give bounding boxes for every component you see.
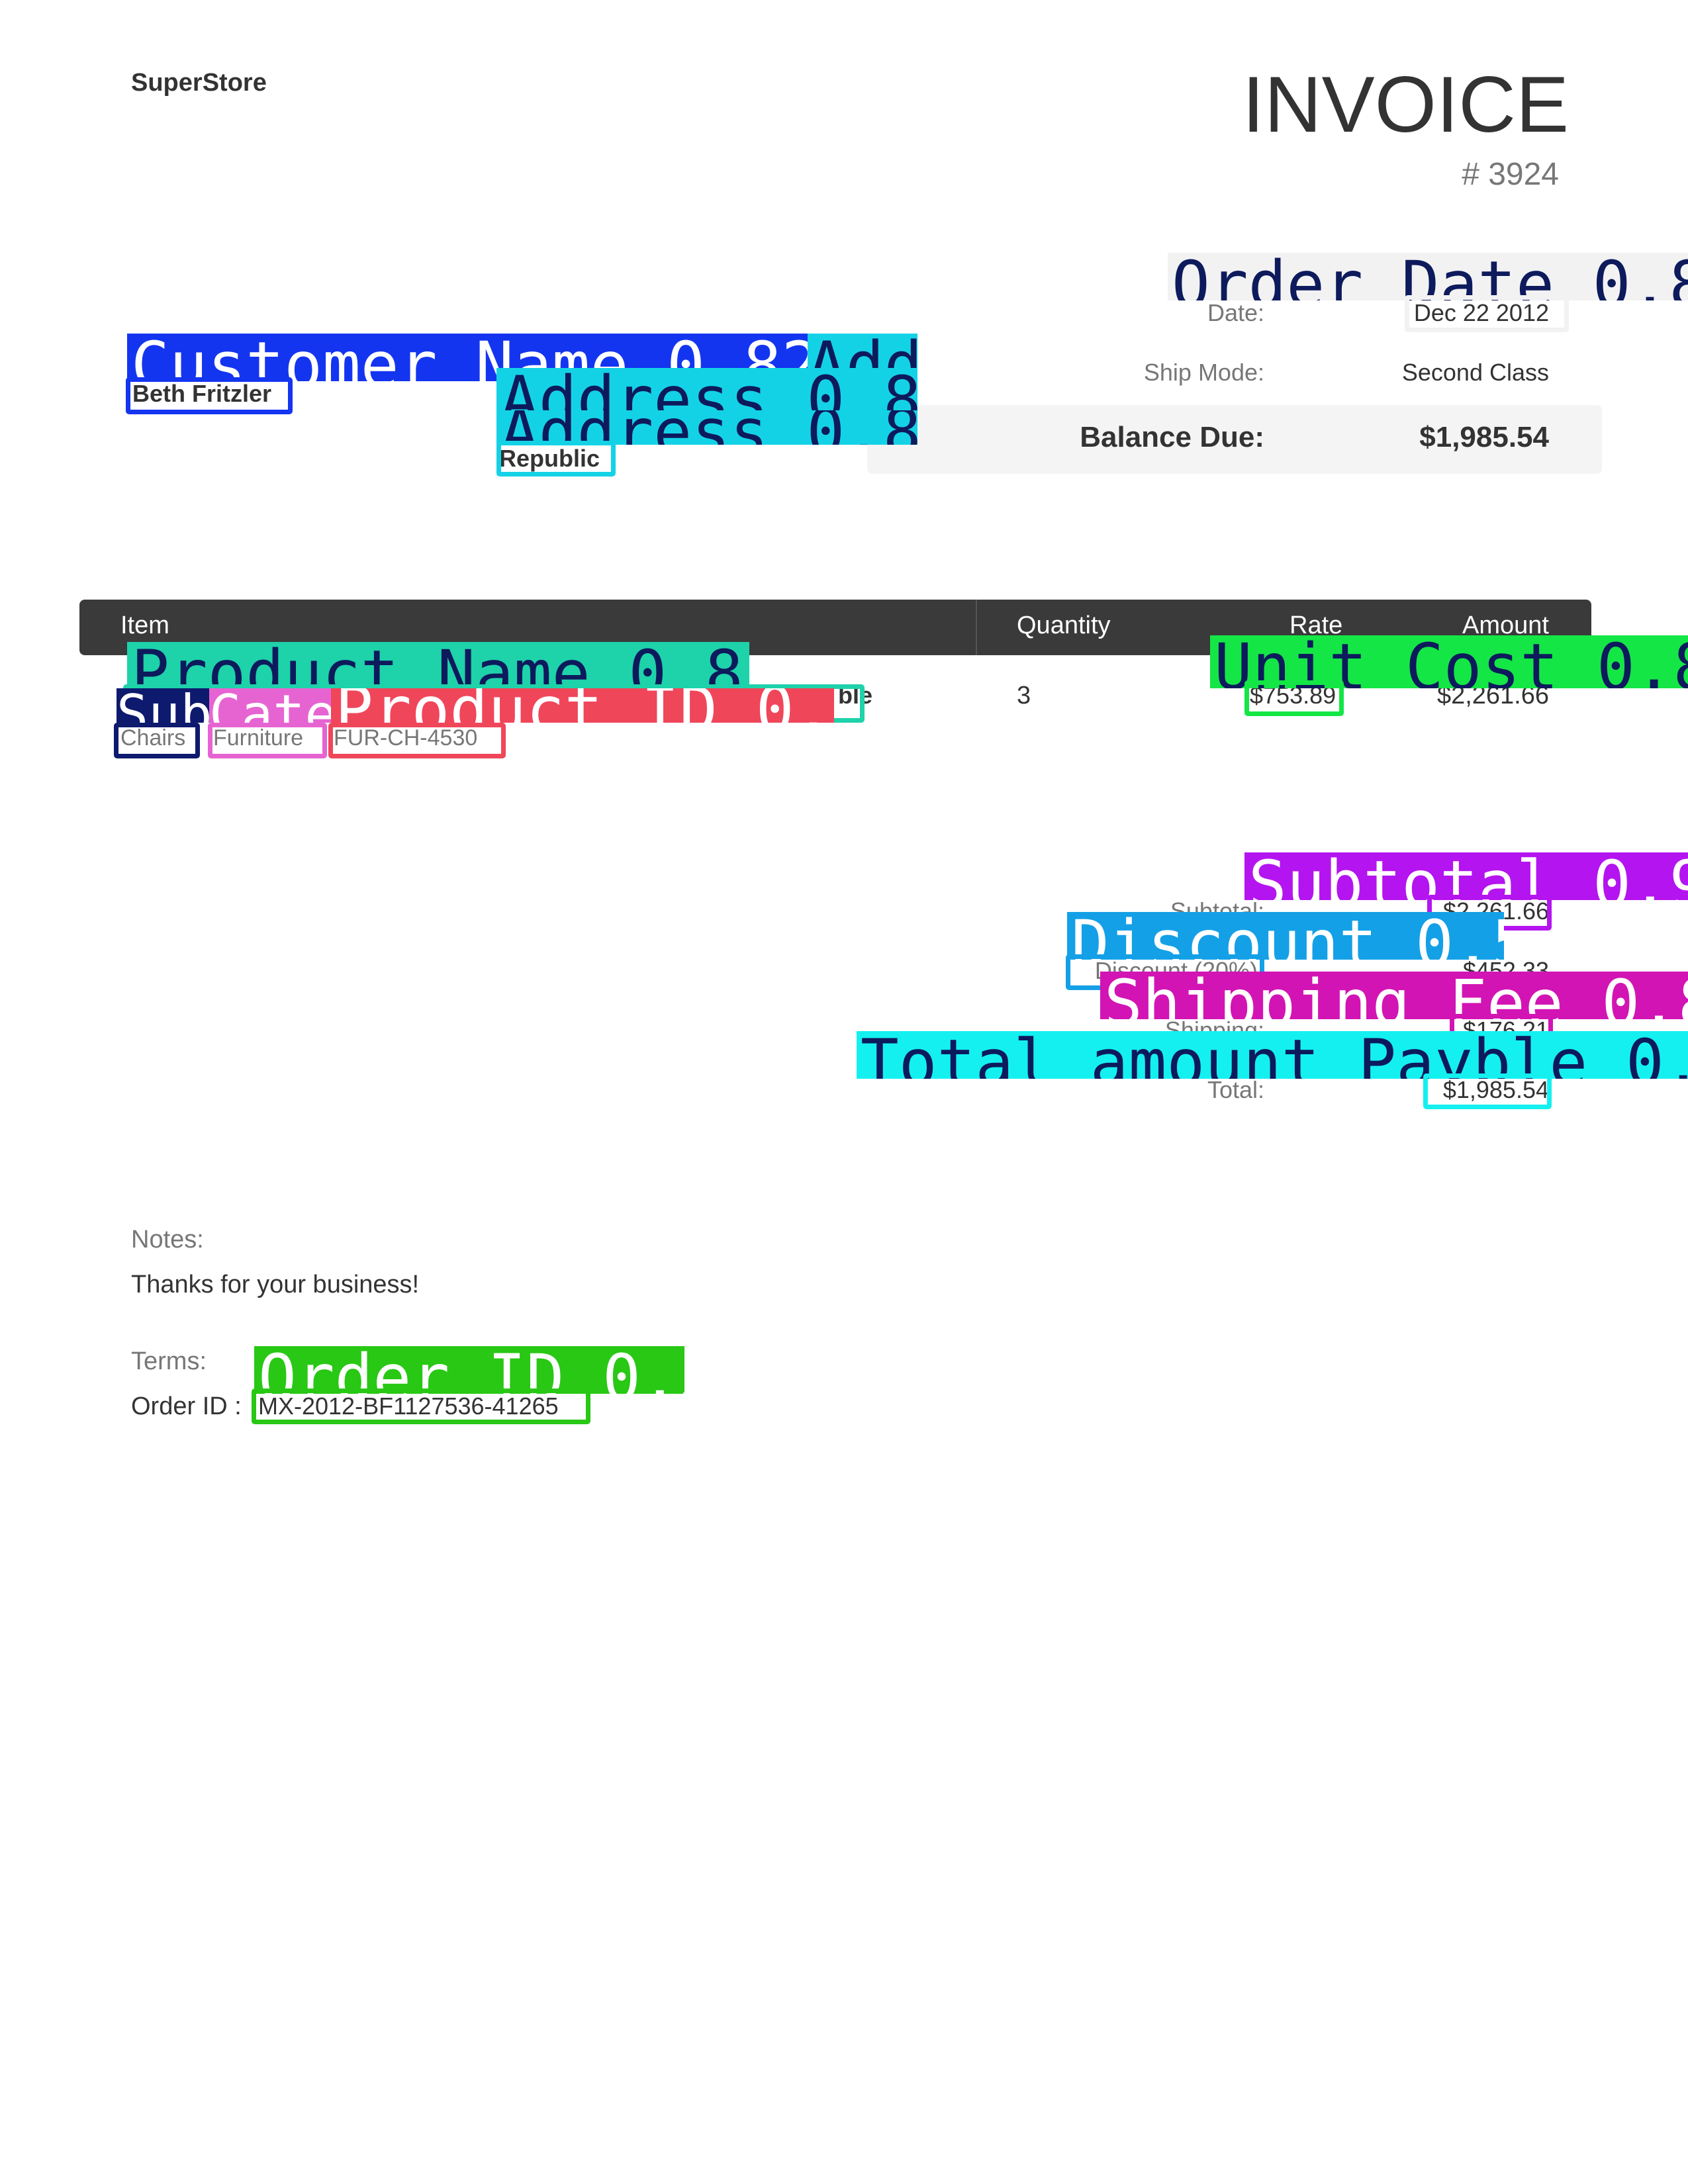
det-tag-product-name: Product Name 0.85	[127, 642, 749, 690]
det-box-category	[208, 723, 327, 758]
det-box-sub-category	[114, 723, 200, 758]
det-tag-order-date: Order Date 0.88	[1168, 253, 1688, 300]
det-box-product-id	[328, 723, 506, 758]
det-tag-product-id: Product ID 0.85	[331, 688, 834, 723]
det-tag-address-2: Address 0.87	[496, 368, 917, 416]
det-tag-category: Category	[209, 688, 335, 723]
det-tag-discount: Discount 0.58	[1067, 912, 1504, 960]
det-box-order-date	[1405, 295, 1569, 332]
det-tag-order-id: Order ID 0.39	[254, 1346, 684, 1394]
det-tag-total-payable: Total amount Payble 0.85	[857, 1031, 1688, 1079]
det-box-unit-cost	[1244, 680, 1344, 716]
det-box-order-id	[252, 1388, 590, 1424]
det-box-customer-name	[126, 377, 293, 414]
det-box-address	[496, 441, 616, 477]
det-box-total-payable	[1423, 1073, 1552, 1109]
detection-overlay: Order Date 0.88 Customer Name 0.82 Addre…	[0, 0, 1688, 2184]
det-tag-shipping-fee: Shipping Fee 0.82	[1100, 972, 1688, 1019]
det-tag-sub-category: SubCategory	[117, 688, 213, 723]
det-tag-subtotal: Subtotal 0.91	[1244, 852, 1688, 900]
det-tag-address-3: Address 0.82	[496, 410, 917, 445]
